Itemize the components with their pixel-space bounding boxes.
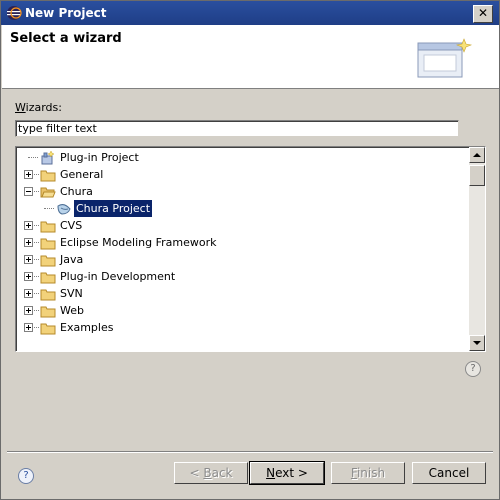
vertical-scrollbar[interactable] [469, 147, 485, 351]
page-title: Select a wizard [10, 31, 122, 46]
new-project-dialog: New Project ✕ Select a wizard Wizards: t… [0, 0, 500, 500]
button-bar-separator [7, 451, 493, 453]
tree-item-label: Plug-in Project [60, 151, 139, 164]
expand-icon[interactable] [24, 289, 33, 298]
tree-item-label: Plug-in Development [60, 270, 176, 283]
chura-project-icon [56, 201, 72, 217]
inline-help-icon[interactable]: ? [465, 361, 481, 377]
scroll-thumb[interactable] [469, 165, 485, 186]
expand-icon[interactable] [24, 272, 33, 281]
new-wizard-banner-icon [417, 38, 473, 78]
finish-button[interactable]: Finish [331, 462, 405, 484]
scroll-up-button[interactable] [469, 147, 485, 163]
scroll-up-arrow-icon [473, 153, 481, 157]
close-icon: ✕ [477, 6, 489, 20]
tree-connector [34, 327, 39, 329]
tree-connector [34, 174, 39, 176]
next-button[interactable]: Next > [249, 461, 325, 485]
tree-item-label: CVS [60, 219, 83, 232]
tree-item-label: Eclipse Modeling Framework [60, 236, 217, 249]
scroll-down-arrow-icon [473, 341, 481, 345]
folder-icon [40, 235, 56, 251]
folder-icon [40, 269, 56, 285]
tree-item-label: Chura Project [72, 199, 154, 218]
tree-item-label: Chura [60, 185, 93, 198]
scroll-down-button[interactable] [469, 335, 485, 351]
folder-icon [40, 286, 56, 302]
back-button[interactable]: < Back [174, 462, 248, 484]
tree-connector [34, 259, 39, 261]
expand-icon[interactable] [24, 170, 33, 179]
tree-connector [34, 191, 39, 193]
wizards-label: Wizards: [15, 101, 62, 114]
folder-icon [40, 320, 56, 336]
tree-item-label: Web [60, 304, 84, 317]
folder-icon [40, 218, 56, 234]
tree-connector [28, 157, 38, 159]
folder-icon [40, 252, 56, 268]
plugin-project-icon [40, 150, 56, 166]
eclipse-app-icon [7, 6, 22, 20]
tree-connector [34, 242, 39, 244]
expand-icon[interactable] [24, 306, 33, 315]
cancel-button[interactable]: Cancel [412, 462, 486, 484]
window-title: New Project [25, 6, 107, 20]
collapse-icon[interactable] [24, 187, 33, 196]
wizard-header: Select a wizard [2, 25, 499, 89]
expand-icon[interactable] [24, 323, 33, 332]
filter-input[interactable]: type filter text [15, 120, 459, 137]
title-bar[interactable]: New Project ✕ [1, 1, 499, 25]
expand-icon[interactable] [24, 238, 33, 247]
wizard-tree[interactable]: Plug-in Project General Chura Chura Project… [15, 146, 486, 352]
tree-connector [34, 293, 39, 295]
expand-icon[interactable] [24, 255, 33, 264]
tree-item-label: SVN [60, 287, 83, 300]
folder-icon [40, 167, 56, 183]
folder-icon [40, 303, 56, 319]
tree-connector [44, 208, 54, 210]
tree-item-label: Examples [60, 321, 114, 334]
close-button[interactable]: ✕ [473, 5, 493, 23]
expand-icon[interactable] [24, 221, 33, 230]
tree-connector [34, 310, 39, 312]
tree-connector [34, 225, 39, 227]
tree-connector [34, 276, 39, 278]
open-folder-icon [40, 184, 56, 200]
tree-item-label: Java [60, 253, 84, 266]
tree-item-label: General [60, 168, 104, 181]
help-icon[interactable]: ? [18, 468, 34, 484]
